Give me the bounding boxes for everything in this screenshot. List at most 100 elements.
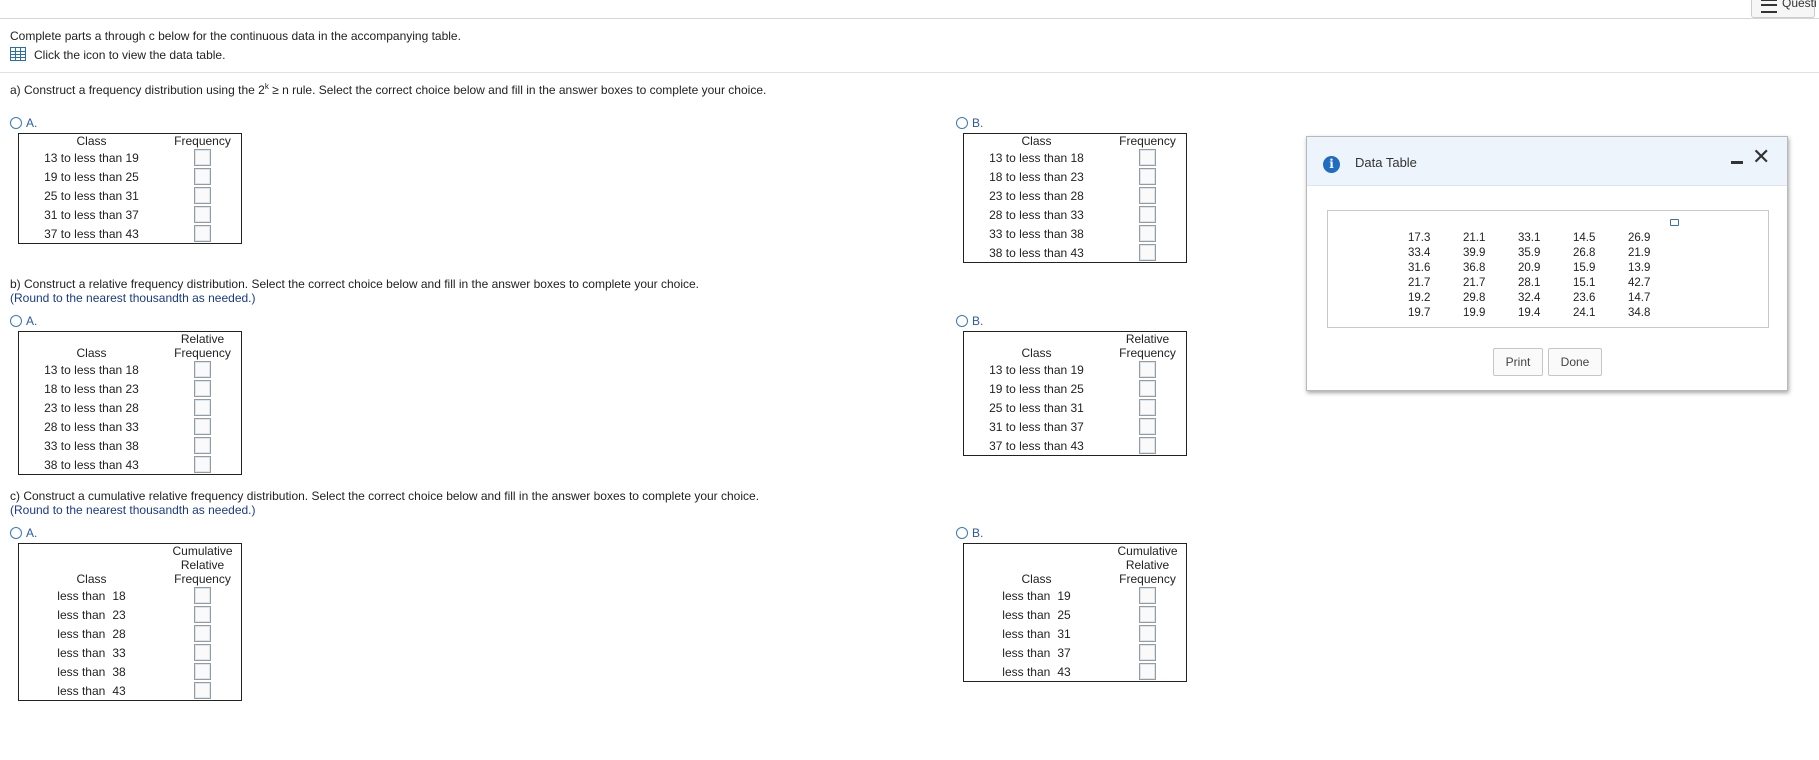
done-button[interactable]: Done — [1548, 348, 1602, 376]
data-table-dialog: i Data Table ✕ 17.3 21.1 33.1 14.5 26.9 33.4 3… — [1306, 136, 1788, 391]
data-row: 17.3 21.1 33.1 14.5 26.9 — [1408, 231, 1683, 246]
answer-input[interactable] — [194, 456, 211, 473]
frequency-cell — [1109, 360, 1187, 379]
radio-circle-icon[interactable] — [956, 527, 968, 539]
answer-input[interactable] — [194, 418, 211, 435]
radio-circle-icon[interactable] — [10, 117, 22, 129]
answer-input[interactable] — [1139, 437, 1156, 454]
data-value: 21.1 — [1463, 232, 1486, 244]
data-value: 24.1 — [1573, 307, 1596, 319]
frequency-cell — [1109, 624, 1187, 643]
answer-input[interactable] — [194, 606, 211, 623]
table-row: less than 38 — [19, 662, 242, 681]
answer-input[interactable] — [194, 361, 211, 378]
data-row: 19.2 29.8 32.4 23.6 14.7 — [1408, 291, 1683, 306]
table-row: less than 31 — [964, 624, 1187, 643]
answer-input[interactable] — [194, 380, 211, 397]
answer-input[interactable] — [194, 187, 211, 204]
frequency-cell — [1109, 205, 1187, 224]
dialog-header: i Data Table ✕ — [1307, 137, 1787, 186]
data-value: 39.9 — [1463, 247, 1486, 259]
answer-input[interactable] — [1139, 149, 1156, 166]
data-value: 36.8 — [1463, 262, 1486, 274]
part-c-option-b-radio[interactable]: B. — [956, 526, 983, 540]
answer-input[interactable] — [1139, 399, 1156, 416]
radio-circle-icon[interactable] — [956, 315, 968, 327]
answer-input[interactable] — [1139, 606, 1156, 623]
data-table-link-row[interactable]: Click the icon to view the data table. — [10, 47, 225, 62]
table-row: less than 33 — [19, 643, 242, 662]
answer-input[interactable] — [1139, 225, 1156, 242]
class-label: 19 to less than 25 — [44, 169, 139, 184]
answer-input[interactable] — [1139, 625, 1156, 642]
minimize-icon[interactable] — [1731, 161, 1743, 164]
table-row: 33 to less than 38 — [964, 224, 1187, 243]
answer-input[interactable] — [194, 149, 211, 166]
answer-input[interactable] — [1139, 418, 1156, 435]
answer-input[interactable] — [1139, 361, 1156, 378]
answer-input[interactable] — [1139, 663, 1156, 680]
frequency-cell — [1109, 643, 1187, 662]
class-label: less than 25 — [964, 605, 1110, 624]
class-header: Class — [76, 134, 107, 148]
data-value: 19.9 — [1463, 307, 1486, 319]
part-c-option-a-radio[interactable]: A. — [10, 526, 37, 540]
part-b-option-b-radio[interactable]: B. — [956, 314, 983, 328]
answer-input[interactable] — [1139, 380, 1156, 397]
part-c-option-b-table: Class Cumulative Relative Frequency less t… — [963, 543, 1187, 682]
frequency-cell — [1109, 662, 1187, 682]
copy-icon[interactable] — [1670, 219, 1679, 226]
table-row: 25 to less than 31 — [964, 398, 1187, 417]
class-label: less than 23 — [19, 605, 165, 624]
answer-input[interactable] — [194, 437, 211, 454]
answer-input[interactable] — [1139, 244, 1156, 261]
part-a-question: a) Construct a frequency distribution us… — [10, 82, 767, 97]
questions-button[interactable]: Questi — [1751, 0, 1817, 18]
section-divider — [0, 72, 1819, 73]
print-button[interactable]: Print — [1493, 348, 1543, 376]
table-row: less than 43 — [964, 662, 1187, 682]
answer-input[interactable] — [194, 225, 211, 242]
option-label: A. — [26, 526, 38, 540]
radio-circle-icon[interactable] — [10, 527, 22, 539]
answer-input[interactable] — [194, 644, 211, 661]
part-b-option-a-radio[interactable]: A. — [10, 314, 37, 328]
frequency-cell — [1109, 605, 1187, 624]
answer-input[interactable] — [1139, 168, 1156, 185]
answer-input[interactable] — [194, 625, 211, 642]
radio-circle-icon[interactable] — [956, 117, 968, 129]
answer-input[interactable] — [194, 399, 211, 416]
data-value: 13.9 — [1628, 262, 1651, 274]
frequency-cell — [164, 436, 242, 455]
part-a-option-a-radio[interactable]: A. — [10, 116, 37, 130]
less-than-text: less than — [57, 683, 106, 698]
class-label: less than 38 — [19, 662, 165, 681]
frequency-cell — [164, 148, 242, 167]
table-row: 25 to less than 31 — [19, 186, 242, 205]
answer-input[interactable] — [1139, 206, 1156, 223]
upper-bound: 28 — [112, 626, 126, 641]
answer-input[interactable] — [194, 587, 211, 604]
part-a-option-b-radio[interactable]: B. — [956, 116, 983, 130]
close-icon[interactable]: ✕ — [1752, 145, 1770, 170]
option-label: B. — [972, 526, 984, 540]
table-row: less than 19 — [964, 586, 1187, 605]
frequency-cell — [164, 205, 242, 224]
answer-input[interactable] — [1139, 644, 1156, 661]
answer-input[interactable] — [194, 168, 211, 185]
data-value: 19.2 — [1408, 292, 1431, 304]
class-label: 13 to less than 19 — [44, 150, 139, 165]
answer-input[interactable] — [1139, 587, 1156, 604]
frequency-cell — [1109, 243, 1187, 263]
frequency-cell — [164, 662, 242, 681]
frequency-cell — [164, 624, 242, 643]
answer-input[interactable] — [194, 206, 211, 223]
table-row: 19 to less than 25 — [964, 379, 1187, 398]
frequency-cell — [1109, 417, 1187, 436]
table-icon[interactable] — [10, 47, 26, 61]
answer-input[interactable] — [194, 682, 211, 699]
data-value: 23.6 — [1573, 292, 1596, 304]
answer-input[interactable] — [1139, 187, 1156, 204]
answer-input[interactable] — [194, 663, 211, 680]
radio-circle-icon[interactable] — [10, 315, 22, 327]
